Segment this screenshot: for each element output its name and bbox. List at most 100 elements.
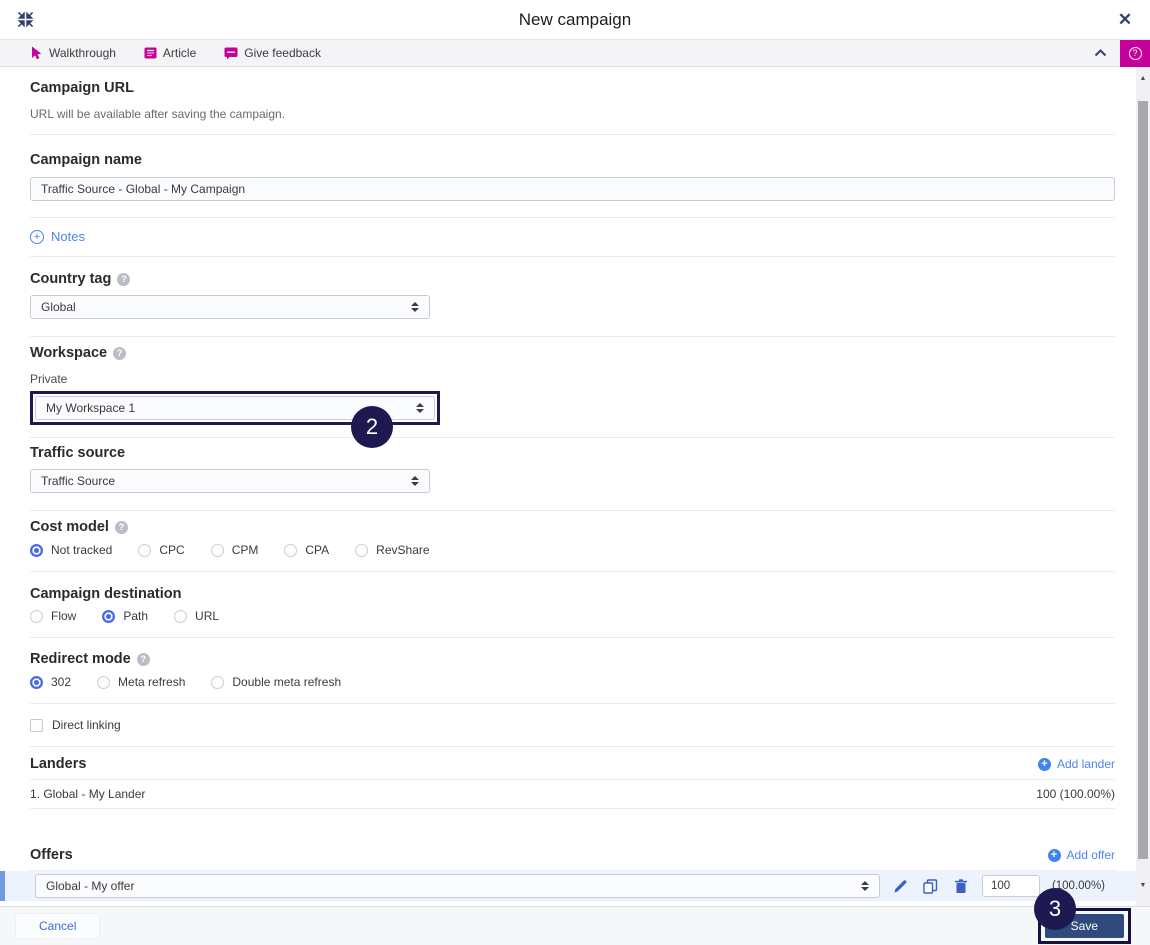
scrollbar-thumb[interactable] — [1138, 101, 1148, 859]
radio-label: RevShare — [376, 543, 430, 557]
radio-label: URL — [195, 609, 220, 623]
edit-offer-icon[interactable] — [892, 877, 910, 895]
offer-accent-bar — [0, 871, 5, 901]
checkbox-icon — [30, 718, 43, 732]
radio-cpa[interactable]: CPA — [284, 543, 329, 557]
radio-path[interactable]: Path — [102, 609, 148, 623]
workspace-help-icon[interactable]: ? — [113, 346, 127, 360]
divider — [30, 703, 1115, 704]
footer-bar: Cancel Save — [0, 906, 1150, 945]
article-link[interactable]: Article — [144, 46, 196, 60]
step-badge-3: 3 — [1034, 888, 1076, 930]
traffic-source-heading: Traffic source — [30, 445, 126, 461]
add-circle-icon: + — [1047, 848, 1061, 862]
collapse-icon[interactable] — [14, 9, 36, 31]
scrollbar-up-arrow[interactable]: ▲ — [1136, 71, 1150, 85]
cancel-button[interactable]: Cancel — [15, 913, 101, 939]
updown-arrows-icon — [860, 881, 869, 891]
divider — [30, 637, 1115, 638]
cost-model-help-icon[interactable]: ? — [114, 520, 128, 534]
updown-arrows-icon — [411, 476, 419, 486]
campaign-destination-heading: Campaign destination — [30, 586, 182, 602]
divider — [30, 134, 1115, 135]
radio-cpc[interactable]: CPC — [138, 543, 185, 557]
campaign-destination-radio-group: Flow Path URL — [30, 609, 1115, 623]
country-tag-heading: Country tag ? — [30, 271, 1115, 287]
radio-icon — [138, 543, 152, 557]
direct-linking-checkbox[interactable]: Direct linking — [30, 718, 1115, 732]
offer-select[interactable]: Global - My offer — [35, 874, 880, 898]
radio-302[interactable]: 302 — [30, 675, 71, 689]
workspace-label: Workspace — [30, 345, 108, 361]
give-feedback-link[interactable]: Give feedback — [224, 46, 321, 60]
radio-label: Path — [123, 609, 149, 623]
radio-label: CPM — [231, 543, 259, 557]
collapse-toolbar-chevron-icon[interactable] — [1094, 49, 1107, 57]
updown-arrows-icon — [411, 302, 419, 312]
campaign-name-input[interactable] — [30, 177, 1115, 201]
cursor-icon — [32, 46, 42, 60]
divider — [30, 746, 1115, 747]
radio-url[interactable]: URL — [174, 609, 219, 623]
radio-label: Meta refresh — [118, 675, 186, 689]
redirect-mode-help-icon[interactable]: ? — [136, 652, 150, 666]
radio-label: Flow — [51, 609, 77, 623]
add-lander-label: Add lander — [1056, 757, 1115, 771]
traffic-source-select[interactable]: Traffic Source — [30, 469, 430, 493]
radio-meta-refresh[interactable]: Meta refresh — [97, 675, 185, 689]
divider — [30, 217, 1115, 218]
give-feedback-label: Give feedback — [244, 46, 321, 60]
lander-row[interactable]: 1. Global - My Lander 100 (100.00%) — [30, 780, 1115, 808]
walkthrough-link[interactable]: Walkthrough — [30, 46, 116, 60]
radio-icon — [210, 543, 224, 557]
close-icon[interactable]: ✕ — [1114, 9, 1136, 31]
lander-name: 1. Global - My Lander — [30, 787, 146, 801]
radio-revshare[interactable]: RevShare — [355, 543, 430, 557]
add-lander-link[interactable]: + Add lander — [1037, 757, 1115, 771]
radio-label: CPA — [305, 543, 330, 557]
country-tag-label: Country tag — [30, 271, 112, 287]
radio-cpm[interactable]: CPM — [210, 543, 259, 557]
traffic-source-value: Traffic Source — [41, 474, 116, 488]
notes-link[interactable]: + Notes — [30, 229, 1115, 244]
workspace-group-label: Private — [30, 372, 68, 386]
offer-row: Global - My offer (100.00%) — [0, 871, 1137, 901]
radio-selected-icon — [30, 675, 43, 689]
radio-icon — [211, 675, 225, 689]
divider — [30, 336, 1115, 337]
offers-header: Offers + Add offer — [30, 847, 1115, 863]
workspace-value: My Workspace 1 — [46, 401, 136, 415]
offers-heading: Offers — [30, 847, 73, 863]
lander-weight: 100 (100.00%) — [1036, 787, 1115, 801]
scrollbar-down-arrow[interactable]: ▼ — [1136, 878, 1150, 892]
step-badge-2: 2 — [351, 406, 393, 448]
scrollbar[interactable]: ▲ ▼ — [1136, 67, 1150, 906]
divider — [30, 808, 1115, 809]
article-label: Article — [162, 46, 197, 60]
duplicate-offer-icon[interactable] — [922, 877, 940, 895]
cost-model-radio-group: Not tracked CPC CPM CPA RevShare — [30, 543, 1115, 557]
redirect-mode-radio-group: 302 Meta refresh Double meta refresh — [30, 675, 1115, 689]
radio-not-tracked[interactable]: Not tracked — [30, 543, 112, 557]
radio-double-meta-refresh[interactable]: Double meta refresh — [211, 675, 341, 689]
page-title: New campaign — [518, 9, 632, 29]
add-offer-label: Add offer — [1066, 848, 1115, 862]
help-toolbar: Walkthrough Article Give feedback ? — [0, 39, 1150, 67]
help-button[interactable]: ? — [1120, 39, 1150, 67]
campaign-url-heading: Campaign URL — [30, 80, 134, 96]
radio-icon — [174, 609, 188, 623]
delete-offer-icon[interactable] — [952, 877, 970, 895]
offer-weight-input[interactable] — [981, 875, 1040, 897]
radio-label: Double meta refresh — [232, 675, 342, 689]
country-tag-help-icon[interactable]: ? — [117, 272, 131, 286]
radio-flow[interactable]: Flow — [30, 609, 76, 623]
direct-linking-label: Direct linking — [52, 718, 121, 732]
add-offer-link[interactable]: + Add offer — [1047, 848, 1115, 862]
country-tag-select[interactable]: Global — [30, 295, 430, 319]
radio-icon — [284, 543, 298, 557]
updown-arrows-icon — [416, 403, 424, 413]
redirect-mode-heading: Redirect mode ? — [30, 651, 1115, 667]
cost-model-heading: Cost model ? — [30, 519, 1115, 535]
redirect-mode-label: Redirect mode — [30, 651, 131, 667]
radio-icon — [97, 675, 111, 689]
